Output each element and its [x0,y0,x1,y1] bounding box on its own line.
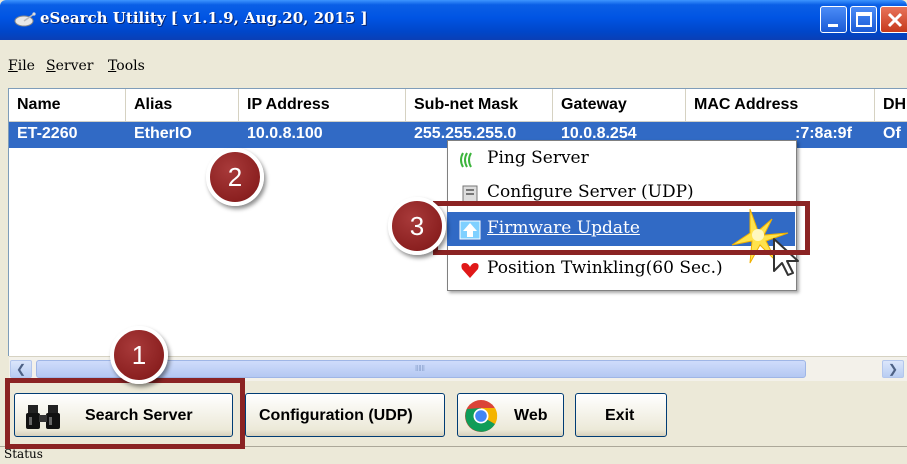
list-header: Name Alias IP Address Sub-net Mask Gatew… [9,89,907,122]
step-2-marker: 2 [206,148,264,206]
cell-name: ET-2260 [17,125,78,142]
satellite-dish-icon [14,12,36,27]
column-header-dhcp[interactable]: DH [875,89,907,121]
menu-item-label: Ping Server [487,148,589,168]
menu-server[interactable]: Server [46,58,93,74]
maximize-icon [856,12,872,27]
cell-alias: EtherIO [134,125,192,142]
menu-server-label: Server [46,58,94,74]
firmware-update-highlight [433,201,810,255]
scroll-left-button[interactable]: ❮ [10,360,32,378]
window-title: eSearch Utility [ v1.1.9, Aug.20, 2015 ] [40,9,368,27]
status-text: Status [4,447,43,461]
menu-file-label: File [8,58,35,74]
chrome-icon [465,400,498,432]
exit-label: Exit [605,407,635,424]
close-button[interactable] [880,6,907,33]
maximize-button[interactable] [850,6,877,33]
column-header-alias[interactable]: Alias [126,89,239,121]
exit-button[interactable]: Exit [575,393,667,437]
column-header-mac[interactable]: MAC Address [686,89,875,121]
menu-item-label: Configure Server (UDP) [487,182,694,202]
chevron-left-icon: ❮ [15,362,27,376]
menu-file[interactable]: File [8,58,35,74]
close-icon [887,12,903,28]
column-header-name[interactable]: Name [9,89,126,121]
web-label: Web [514,407,548,424]
heart-icon [461,263,479,278]
search-button-highlight [5,378,245,449]
menu-tools[interactable]: Tools [108,58,145,74]
column-header-gateway[interactable]: Gateway [553,89,686,121]
cell-ip: 10.0.8.100 [247,125,323,142]
cell-mac: :7:8a:9f [795,125,852,142]
column-header-ip[interactable]: IP Address [239,89,406,121]
menu-item-ping-server[interactable]: Ping Server [447,142,795,176]
step-3-marker: 3 [388,197,446,255]
scroll-right-button[interactable]: ❯ [882,360,904,378]
menu-tools-label: Tools [108,58,145,74]
ping-icon [460,152,472,168]
column-header-mask[interactable]: Sub-net Mask [406,89,553,121]
minimize-button[interactable] [820,6,847,33]
scroll-grip-icon: ‖‖‖ [415,364,425,373]
web-button[interactable]: Web [457,393,564,437]
minimize-icon [828,24,838,27]
step-1-marker: 1 [110,326,168,384]
configuration-udp-button[interactable]: Configuration (UDP) [245,393,445,437]
chevron-right-icon: ❯ [887,362,899,376]
cell-dhcp: Of [883,125,901,142]
configuration-udp-label: Configuration (UDP) [259,407,413,424]
menu-item-label: Position Twinkling(60 Sec.) [487,258,723,278]
